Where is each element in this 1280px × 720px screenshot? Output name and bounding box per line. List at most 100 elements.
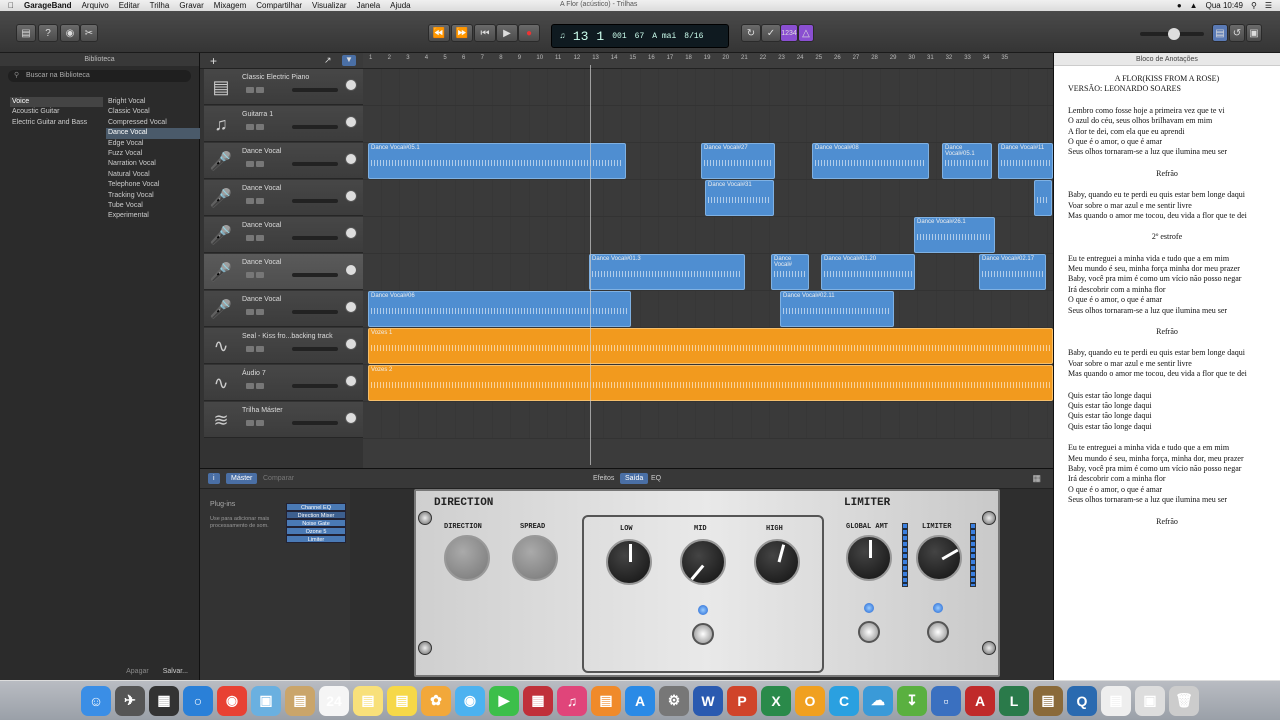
cycle-button[interactable]: ↻ bbox=[741, 24, 761, 42]
solo-button[interactable] bbox=[256, 383, 264, 389]
app-menu[interactable]: GarageBand bbox=[24, 1, 72, 10]
wifi-icon[interactable]: ● bbox=[1177, 1, 1182, 10]
track-header[interactable]: ∿ Seal - Kiss fro...backing track bbox=[204, 328, 363, 364]
itunes-icon[interactable]: ♫ bbox=[557, 685, 587, 716]
preset-item[interactable]: Tracking Vocal bbox=[106, 191, 200, 201]
play-button[interactable]: ▶ bbox=[496, 24, 518, 42]
search-icon[interactable]: ⚲ bbox=[1251, 1, 1257, 10]
direction-knob[interactable] bbox=[444, 535, 490, 581]
preset-item-selected[interactable]: Dance Vocal bbox=[106, 128, 200, 139]
solo-button[interactable] bbox=[256, 272, 264, 278]
mute-button[interactable] bbox=[246, 198, 254, 204]
powerpoint-icon[interactable]: P bbox=[727, 685, 757, 716]
photo-booth-icon[interactable]: ▦ bbox=[523, 685, 553, 716]
menu-ajuda[interactable]: Ajuda bbox=[390, 1, 410, 10]
track-pan-knob[interactable] bbox=[345, 375, 357, 387]
track-volume-slider[interactable] bbox=[292, 347, 338, 351]
tab-effects[interactable]: Efeitos bbox=[588, 473, 619, 484]
skype-icon[interactable]: C bbox=[829, 685, 859, 716]
acrobat-icon[interactable]: A bbox=[965, 685, 995, 716]
menu-compartilhar[interactable]: Compartilhar bbox=[256, 1, 302, 10]
eq-toggle-switch[interactable] bbox=[692, 623, 714, 645]
audio-region[interactable]: Dance Vocal#05.1 bbox=[368, 143, 626, 179]
mute-button[interactable] bbox=[246, 161, 254, 167]
filter-icon[interactable]: ▼ bbox=[342, 55, 356, 66]
launchpad-icon[interactable]: ✈ bbox=[115, 685, 145, 716]
plugin-slot[interactable]: Direction Mixer bbox=[286, 511, 346, 519]
track-pan-knob[interactable] bbox=[345, 116, 357, 128]
tab-compare[interactable]: Comparar bbox=[258, 473, 299, 484]
menu-trilha[interactable]: Trilha bbox=[150, 1, 170, 10]
track-header[interactable]: 🎤 Dance Vocal bbox=[204, 291, 363, 327]
help-button[interactable]: ? bbox=[38, 24, 58, 42]
audio-region[interactable]: Dance Vocal#02.17 bbox=[979, 254, 1046, 290]
outlook-icon[interactable]: O bbox=[795, 685, 825, 716]
track-header[interactable]: ♫ Guitarra 1 bbox=[204, 106, 363, 142]
count-in-button[interactable]: 1234 bbox=[780, 24, 798, 42]
mute-button[interactable] bbox=[246, 420, 254, 426]
trash-icon[interactable]: 🗑 bbox=[1169, 685, 1199, 716]
track-volume-slider[interactable] bbox=[292, 125, 338, 129]
expand-icon[interactable]: ▦ bbox=[1032, 473, 1041, 484]
audio-region[interactable]: Dance Vocal#11 bbox=[998, 143, 1053, 179]
messages-icon[interactable]: ◉ bbox=[455, 685, 485, 716]
go-to-start-button[interactable]: ⏮ bbox=[474, 24, 496, 42]
archive-icon[interactable]: ▤ bbox=[1033, 685, 1063, 716]
folder-icon[interactable]: ▤ bbox=[285, 685, 315, 716]
preset-item[interactable]: Experimental bbox=[106, 211, 200, 221]
solo-button[interactable] bbox=[256, 420, 264, 426]
track-volume-slider[interactable] bbox=[292, 384, 338, 388]
tab-eq[interactable]: EQ bbox=[646, 473, 666, 484]
track-lane[interactable] bbox=[363, 402, 1053, 439]
menu-janela[interactable]: Janela bbox=[357, 1, 381, 10]
word-icon[interactable]: W bbox=[693, 685, 723, 716]
solo-button[interactable] bbox=[256, 235, 264, 241]
lcd-display[interactable]: ♫ 13 1 001 67 A mai 8/16 bbox=[551, 24, 729, 48]
spread-knob[interactable] bbox=[512, 535, 558, 581]
editors-button[interactable]: ✂ bbox=[80, 24, 98, 42]
library-category-electric-guitar[interactable]: Electric Guitar and Bass bbox=[10, 118, 103, 128]
track-pan-knob[interactable] bbox=[345, 338, 357, 350]
master-volume-slider[interactable] bbox=[1140, 28, 1204, 40]
facetime-icon[interactable]: ▶ bbox=[489, 685, 519, 716]
calendar-icon[interactable]: 24 bbox=[319, 685, 349, 716]
smart-controls-button[interactable]: ◉ bbox=[60, 24, 80, 42]
track-lane[interactable] bbox=[363, 106, 1053, 143]
menu-gravar[interactable]: Gravar bbox=[179, 1, 203, 10]
excel-icon[interactable]: X bbox=[761, 685, 791, 716]
audio-region[interactable]: Dance Vocal#08 bbox=[812, 143, 929, 179]
preset-item[interactable]: Classic Vocal bbox=[106, 107, 200, 117]
library-category-voice[interactable]: Voice bbox=[10, 97, 103, 108]
track-header[interactable]: ≋ Trilha Máster bbox=[204, 402, 363, 438]
notepad-button[interactable]: ▤ bbox=[1212, 24, 1228, 42]
lite-icon[interactable]: L bbox=[999, 685, 1029, 716]
track-volume-slider[interactable] bbox=[292, 88, 338, 92]
solo-button[interactable] bbox=[256, 309, 264, 315]
record-button[interactable]: ● bbox=[518, 24, 540, 42]
library-category-acoustic-guitar[interactable]: Acoustic Guitar bbox=[10, 107, 103, 117]
track-pan-knob[interactable] bbox=[345, 79, 357, 91]
audio-region[interactable]: Vozes 1 bbox=[368, 328, 1053, 364]
save-button[interactable]: Salvar... bbox=[163, 668, 188, 675]
notes-icon[interactable]: ▤ bbox=[353, 685, 383, 716]
preset-item[interactable]: Edge Vocal bbox=[106, 139, 200, 149]
audio-region[interactable]: Dance Vocal#05.1 bbox=[942, 143, 992, 179]
preset-item[interactable]: Compressed Vocal bbox=[106, 118, 200, 128]
preset-item[interactable]: Telephone Vocal bbox=[106, 180, 200, 190]
list-icon[interactable]: ☰ bbox=[1265, 1, 1272, 10]
track-pan-knob[interactable] bbox=[345, 264, 357, 276]
mute-button[interactable] bbox=[246, 346, 254, 352]
sharing-icon[interactable]: ☁ bbox=[863, 685, 893, 716]
media-browser-button[interactable]: ▣ bbox=[1246, 24, 1262, 42]
system-preferences-icon[interactable]: ⚙ bbox=[659, 685, 689, 716]
plugin-slot[interactable]: Noise Gate bbox=[286, 519, 346, 527]
fast-forward-button[interactable]: ⏩ bbox=[451, 24, 473, 42]
solo-button[interactable] bbox=[256, 161, 264, 167]
low-knob[interactable] bbox=[606, 539, 652, 585]
track-pan-knob[interactable] bbox=[345, 227, 357, 239]
audio-region[interactable]: Dance Vocal#27 bbox=[701, 143, 775, 179]
menu-arquivo[interactable]: Arquivo bbox=[82, 1, 109, 10]
audio-region[interactable]: Vozes 2 bbox=[368, 365, 1053, 401]
drive-icon[interactable]: ▣ bbox=[1135, 685, 1165, 716]
preset-item[interactable]: Tube Vocal bbox=[106, 201, 200, 211]
